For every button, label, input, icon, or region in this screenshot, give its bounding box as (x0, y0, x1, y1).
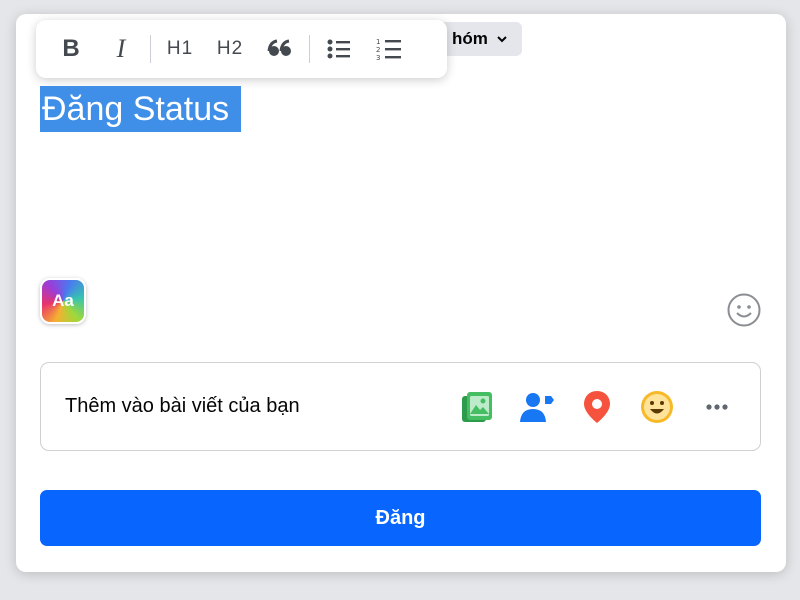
svg-text:1: 1 (376, 38, 380, 46)
bold-button[interactable]: B (46, 27, 96, 71)
add-to-post-bar: Thêm vào bài viết của bạn (40, 362, 761, 451)
emoji-picker-icon[interactable] (726, 292, 762, 328)
check-in-button[interactable] (578, 388, 616, 426)
more-options-button[interactable] (698, 388, 736, 426)
numbered-list-button[interactable]: 1 2 3 (364, 27, 414, 71)
tag-people-button[interactable] (518, 388, 556, 426)
tag-people-icon (520, 392, 554, 422)
background-style-button[interactable]: Aa (40, 278, 86, 324)
toolbar-divider (309, 35, 310, 63)
svg-text:2: 2 (376, 46, 380, 54)
format-toolbar: B I H1 H2 1 2 3 (36, 20, 447, 78)
svg-text:3: 3 (376, 54, 380, 62)
add-to-post-icons (458, 388, 736, 426)
bullet-list-icon (327, 39, 350, 59)
chevron-down-icon (497, 36, 507, 43)
check-in-icon (584, 390, 610, 423)
numbered-list-icon: 1 2 3 (376, 38, 401, 62)
add-to-post-label: Thêm vào bài viết của bạn (65, 395, 300, 417)
feeling-icon (641, 390, 673, 423)
italic-button[interactable]: I (96, 27, 146, 71)
photo-video-button[interactable] (458, 388, 496, 426)
post-button[interactable]: Đăng (40, 490, 761, 546)
feeling-button[interactable] (638, 388, 676, 426)
quote-button[interactable] (255, 27, 305, 71)
post-text-editor[interactable]: Đăng Status (40, 86, 242, 132)
photo-video-icon (462, 391, 492, 422)
toolbar-divider (150, 35, 151, 63)
bullet-list-button[interactable] (314, 27, 364, 71)
heading1-button[interactable]: H1 (155, 27, 205, 71)
create-post-dialog: hóm B I H1 H2 1 2 3 Đăng Status Aa Thêm … (16, 14, 786, 572)
more-icon (706, 403, 728, 410)
quote-icon (267, 39, 291, 56)
heading2-button[interactable]: H2 (205, 27, 255, 71)
audience-label: hóm (452, 29, 488, 48)
